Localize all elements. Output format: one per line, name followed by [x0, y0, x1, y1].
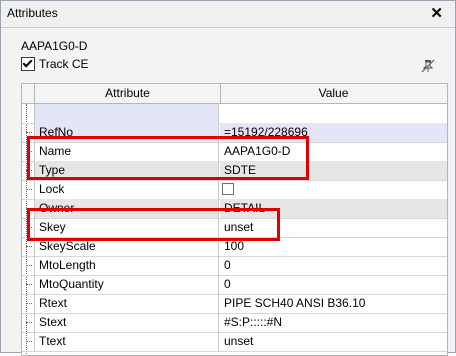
table-row[interactable]: MtoLength 0: [22, 256, 447, 276]
value-cell: [220, 180, 447, 199]
value-cell: [220, 104, 447, 123]
value-cell[interactable]: unset: [220, 218, 447, 237]
attribute-cell: MtoLength: [34, 256, 219, 275]
panel-titlebar: Attributes ✕: [1, 1, 455, 28]
track-ce-label: Track CE: [39, 56, 89, 71]
column-header-value[interactable]: Value: [220, 84, 447, 103]
table-row[interactable]: [22, 104, 447, 124]
table-row[interactable]: Ttext unset: [22, 332, 447, 352]
value-cell[interactable]: unset: [220, 332, 447, 351]
value-cell[interactable]: 0: [220, 275, 447, 294]
table-row[interactable]: MtoQuantity 0: [22, 275, 447, 295]
lock-checkbox[interactable]: [222, 183, 234, 195]
table-row[interactable]: Stext #S:P:::::#N: [22, 313, 447, 333]
value-cell: SDTE: [220, 161, 447, 180]
table-row[interactable]: Rtext PIPE SCH40 ANSI B36.10: [22, 294, 447, 314]
column-header-attribute[interactable]: Attribute: [34, 84, 221, 103]
table-row[interactable]: Owner DETAIL: [22, 199, 447, 219]
table-row[interactable]: Lock: [22, 180, 447, 200]
element-name: AAPA1G0-D: [21, 39, 88, 53]
value-cell[interactable]: 0: [220, 256, 447, 275]
attributes-panel: Attributes ✕ AAPA1G0-D Track CE Attribut…: [0, 0, 456, 356]
attribute-cell: Rtext: [34, 294, 219, 313]
attribute-cell: Name: [34, 142, 219, 161]
panel-title: Attributes: [7, 6, 58, 20]
pin-off-icon[interactable]: [421, 59, 435, 73]
attribute-cell: Type: [34, 161, 219, 180]
attribute-cell: Skey: [34, 218, 219, 237]
attributes-grid: Attribute Value RefNo =15192/228696 Name…: [21, 83, 448, 356]
attribute-cell: Stext: [34, 313, 219, 332]
attribute-cell: SkeyScale: [34, 237, 219, 256]
attribute-cell: MtoQuantity: [34, 275, 219, 294]
value-cell[interactable]: PIPE SCH40 ANSI B36.10: [220, 294, 447, 313]
attribute-cell: Lock: [34, 180, 219, 199]
close-icon[interactable]: ✕: [430, 4, 443, 22]
table-row[interactable]: SkeyScale 100: [22, 237, 447, 257]
attribute-cell: [34, 104, 219, 123]
track-ce-checkbox[interactable]: Track CE: [21, 56, 89, 72]
table-row[interactable]: Name AAPA1G0-D: [22, 142, 447, 162]
attribute-cell: RefNo: [34, 123, 219, 142]
table-row[interactable]: Skey unset: [22, 218, 447, 238]
grid-header: Attribute Value: [22, 84, 447, 104]
value-cell[interactable]: #S:P:::::#N: [220, 313, 447, 332]
value-cell[interactable]: AAPA1G0-D: [220, 142, 447, 161]
value-cell: DETAIL: [220, 199, 447, 218]
checkbox-checked-icon[interactable]: [21, 56, 35, 71]
table-row[interactable]: Type SDTE: [22, 161, 447, 181]
attribute-cell: Ttext: [34, 332, 219, 351]
table-row[interactable]: RefNo =15192/228696: [22, 123, 447, 143]
attribute-cell: Owner: [34, 199, 219, 218]
value-cell: =15192/228696: [220, 123, 447, 142]
value-cell[interactable]: 100: [220, 237, 447, 256]
